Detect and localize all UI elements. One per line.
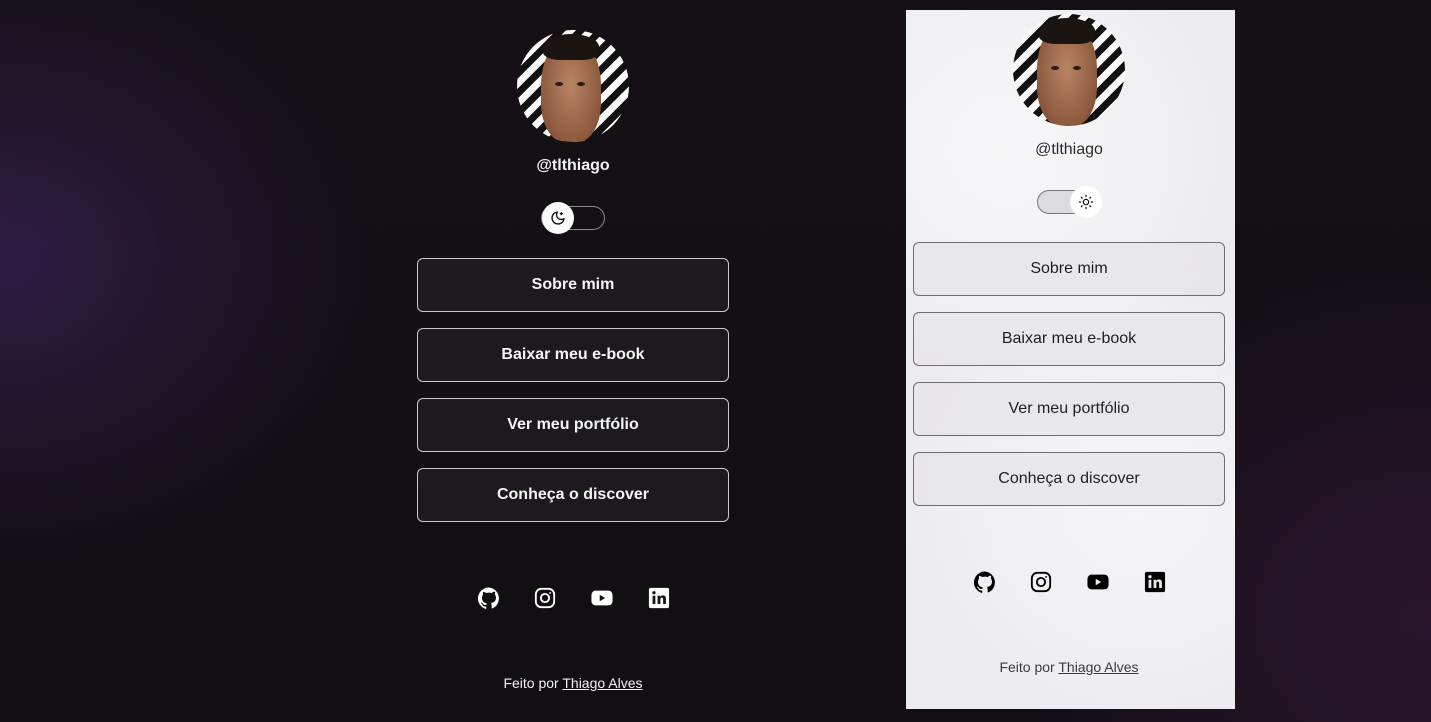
button-label: Conheça o discover [496,486,650,503]
footer-prefix: Feito por [503,675,563,691]
footer-prefix: Feito por [999,659,1059,675]
profile-avatar [1013,14,1125,126]
button-label: Conheça o discover [998,470,1140,487]
button-label: Baixar meu e-book [1001,330,1137,347]
theme-toggle[interactable] [541,202,605,234]
portfolio-button[interactable]: Ver meu portfólio [913,382,1225,436]
avatar-face [1037,18,1097,126]
avatar-hair [543,34,599,60]
author-link[interactable]: Thiago Alves [562,675,642,691]
avatar-eye [577,82,585,86]
github-icon[interactable] [478,587,500,609]
theme-toggle[interactable] [1037,186,1102,218]
linkedin-icon[interactable] [1144,571,1166,593]
linkedin-icon[interactable] [648,587,670,609]
youtube-icon[interactable] [1086,571,1110,593]
theme-toggle-knob[interactable] [1070,186,1102,218]
button-label: Sobre mim [531,276,615,293]
profile-handle: @tlthiago [1035,141,1103,158]
discover-button[interactable]: Conheça o discover [913,452,1225,506]
button-label: Ver meu portfólio [1008,400,1130,417]
about-me-button[interactable]: Sobre mim [913,242,1225,296]
download-ebook-button[interactable]: Baixar meu e-book [913,312,1225,366]
avatar-eye [1073,66,1081,70]
github-icon[interactable] [974,571,996,593]
about-me-button[interactable]: Sobre mim [417,258,729,312]
footer-credit: Feito por Thiago Alves [913,659,1225,675]
social-links [478,587,670,609]
instagram-icon[interactable] [534,587,556,609]
portfolio-button[interactable]: Ver meu portfólio [417,398,729,452]
avatar-face [541,34,601,142]
avatar-eye [1051,66,1059,70]
instagram-icon[interactable] [1030,571,1052,593]
avatar-hair [1039,18,1095,44]
discover-button[interactable]: Conheça o discover [417,468,729,522]
theme-toggle-knob[interactable] [542,202,574,234]
button-label: Baixar meu e-book [501,346,645,363]
profile-avatar [517,30,629,142]
sun-icon [1078,194,1094,210]
moon-icon [551,211,565,225]
social-links [974,571,1166,593]
author-link[interactable]: Thiago Alves [1058,659,1138,675]
footer-credit: Feito por Thiago Alves [417,675,729,691]
youtube-icon[interactable] [590,587,614,609]
profile-handle: @tlthiago [536,157,610,174]
avatar-eye [555,82,563,86]
button-label: Sobre mim [1030,260,1108,277]
download-ebook-button[interactable]: Baixar meu e-book [417,328,729,382]
button-label: Ver meu portfólio [507,416,639,433]
